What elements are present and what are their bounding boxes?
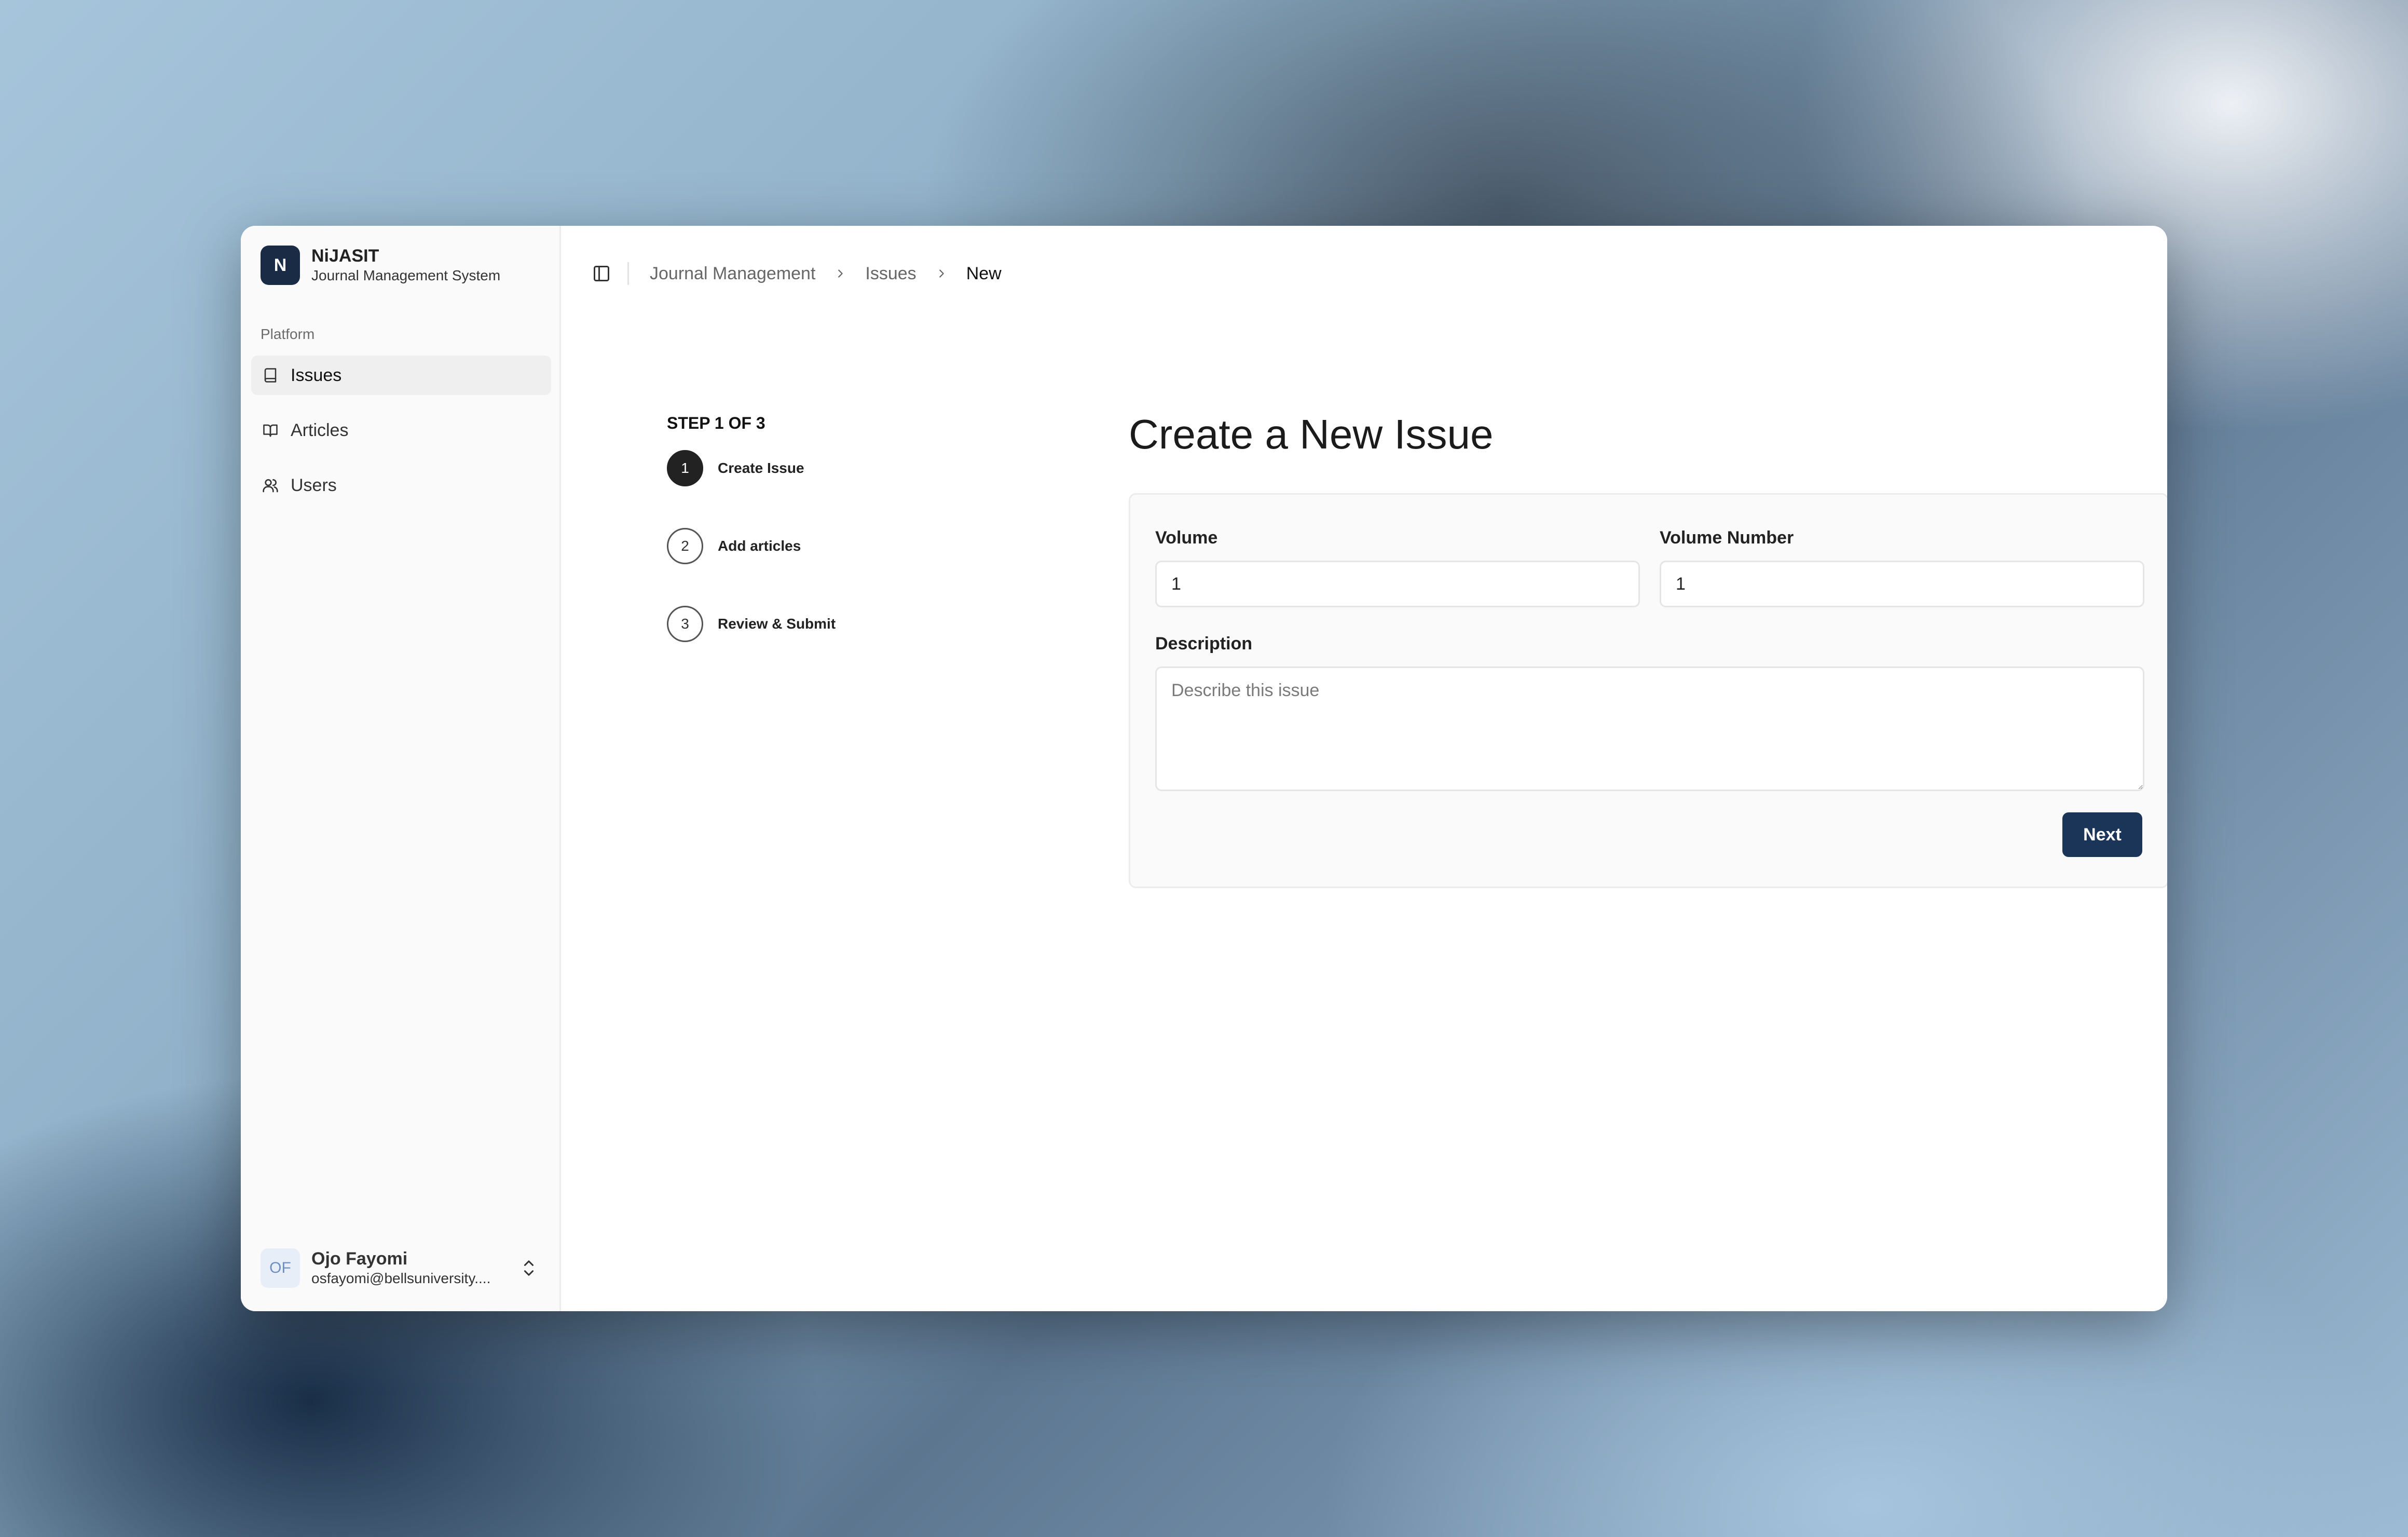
sidebar: N NiJASIT Journal Management System Plat… [241, 226, 561, 1311]
breadcrumb-current: New [966, 263, 1002, 283]
sidebar-nav: Issues Articles Users [251, 356, 551, 521]
avatar: OF [261, 1248, 300, 1288]
topbar: Journal Management Issues New [590, 248, 1002, 300]
user-email: osfayomi@bellsuniversity.... [311, 1270, 491, 1286]
sidebar-item-issues[interactable]: Issues [251, 356, 551, 395]
wizard-step-3: 3 Review & Submit [667, 604, 836, 644]
sidebar-section-label: Platform [261, 326, 315, 342]
user-menu[interactable]: OF Ojo Fayomi osfayomi@bellsuniversity..… [261, 1245, 541, 1291]
step-number: 2 [667, 528, 703, 564]
volume-number-label: Volume Number [1660, 528, 1794, 548]
sidebar-item-label: Articles [291, 420, 349, 440]
sidebar-toggle-icon[interactable] [590, 262, 613, 285]
divider [627, 262, 629, 285]
sidebar-item-articles[interactable]: Articles [251, 411, 551, 450]
users-icon [262, 477, 279, 494]
step-label: Add articles [718, 538, 801, 554]
step-number: 1 [667, 450, 703, 486]
volume-input[interactable] [1155, 561, 1640, 607]
step-label: Create Issue [718, 460, 804, 476]
chevron-right-icon [833, 266, 847, 281]
brand-logo: N [261, 246, 300, 285]
app-window: N NiJASIT Journal Management System Plat… [241, 226, 2167, 1311]
wizard-step-1: 1 Create Issue [667, 448, 836, 488]
issue-form-card: Volume Volume Number Description Next [1129, 493, 2167, 888]
breadcrumb-journal-management[interactable]: Journal Management [650, 264, 815, 284]
app-subtitle: Journal Management System [311, 267, 501, 283]
step-number: 3 [667, 606, 703, 642]
page-title: Create a New Issue [1129, 411, 1494, 457]
chevron-right-icon [934, 266, 949, 281]
brand[interactable]: N NiJASIT Journal Management System [261, 246, 500, 285]
next-button[interactable]: Next [2062, 812, 2142, 857]
volume-number-input[interactable] [1660, 561, 2144, 607]
breadcrumb: Journal Management Issues New [650, 264, 1002, 284]
user-name: Ojo Fayomi [311, 1249, 408, 1269]
breadcrumb-issues[interactable]: Issues [865, 264, 916, 284]
sidebar-item-label: Users [291, 475, 337, 495]
step-indicator: STEP 1 OF 3 [667, 414, 765, 432]
sidebar-item-label: Issues [291, 365, 342, 385]
step-label: Review & Submit [718, 616, 836, 632]
volume-label: Volume [1155, 528, 1218, 548]
sidebar-item-users[interactable]: Users [251, 466, 551, 505]
book-icon [262, 366, 279, 384]
description-textarea[interactable] [1155, 667, 2144, 791]
app-name: NiJASIT [311, 246, 379, 266]
main-content: Journal Management Issues New STEP 1 OF … [561, 226, 2167, 1311]
description-label: Description [1155, 634, 1253, 654]
chevrons-up-down-icon[interactable] [521, 1257, 537, 1280]
open-book-icon [262, 421, 279, 439]
wizard-steps: STEP 1 OF 3 1 Create Issue 2 Add article… [667, 414, 836, 644]
wizard-step-2: 2 Add articles [667, 526, 836, 566]
